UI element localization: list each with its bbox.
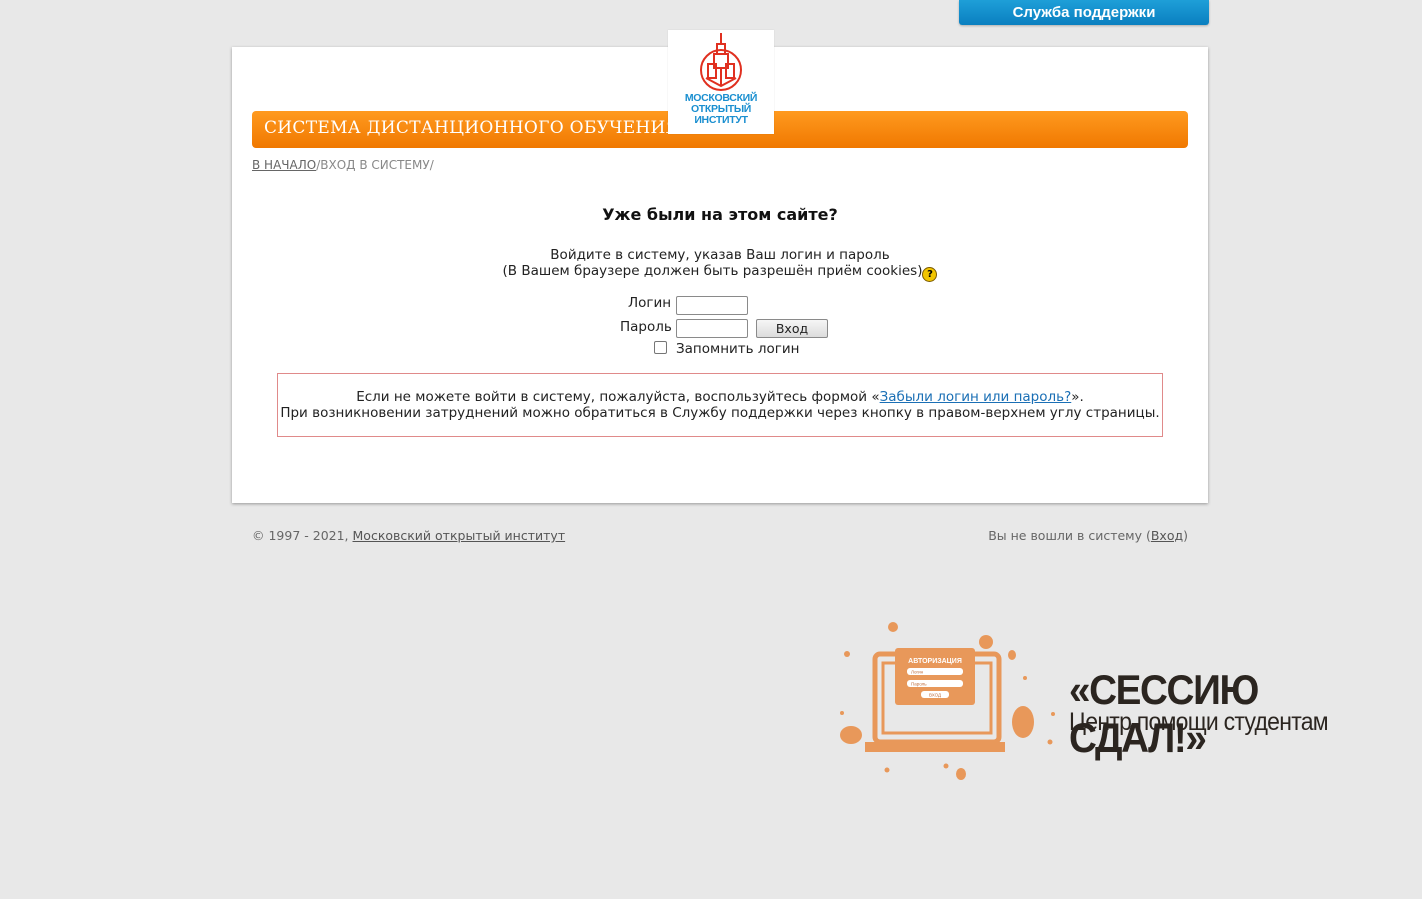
footer-login-status: Вы не вошли в систему (Вход) — [988, 528, 1188, 543]
login-heading: Уже были на этом сайте? — [602, 205, 838, 224]
footer-login-link[interactable]: Вход — [1151, 528, 1183, 543]
art-header-text: АВТОРИЗАЦИЯ — [908, 658, 962, 665]
remember-checkbox[interactable] — [654, 341, 667, 354]
forgot-password-link[interactable]: Забыли логин или пароль? — [880, 389, 1072, 405]
promo-subtitle: Центр помощи студентам — [1069, 708, 1329, 736]
login-intro: Войдите в систему, указав Ваш логин и па… — [232, 247, 1208, 282]
breadcrumb-home-link[interactable]: В НАЧАЛО — [252, 158, 316, 172]
password-label: Пароль — [620, 319, 672, 335]
password-input[interactable] — [676, 319, 748, 338]
tower-logo-icon — [700, 33, 742, 91]
help-icon[interactable]: ? — [922, 267, 938, 282]
login-button[interactable]: Вход — [756, 319, 828, 338]
svg-text:ВХОД: ВХОД — [929, 693, 941, 698]
footer-copyright: © 1997 - 2021, Московский открытый инсти… — [252, 528, 566, 543]
help-notice: Если не можете войти в систему, пожалуйс… — [277, 373, 1163, 437]
breadcrumb: В НАЧАЛО/ВХОД В СИСТЕМУ/ — [252, 158, 434, 172]
svg-text:Пароль: Пароль — [911, 682, 927, 687]
institute-logo[interactable]: МОСКОВСКИЙ ОТКРЫТЫЙ ИНСТИТУТ — [668, 30, 774, 134]
support-button[interactable]: Служба поддержки — [959, 0, 1209, 25]
institute-link[interactable]: Московский открытый институт — [353, 528, 566, 543]
username-label: Логин — [628, 295, 672, 311]
logo-text: МОСКОВСКИЙ ОТКРЫТЫЙ ИНСТИТУТ — [684, 92, 758, 126]
laptop-illustration: АВТОРИЗАЦИЯ Логин Пароль ВХОД — [840, 622, 1055, 780]
site-title: СИСТЕМА ДИСТАНЦИОННОГО ОБУЧЕНИЯ — [264, 118, 680, 138]
remember-label: Запомнить логин — [676, 341, 800, 357]
username-input[interactable] — [676, 296, 748, 315]
breadcrumb-current: ВХОД В СИСТЕМУ — [320, 158, 430, 172]
svg-text:Логин: Логин — [911, 670, 924, 675]
